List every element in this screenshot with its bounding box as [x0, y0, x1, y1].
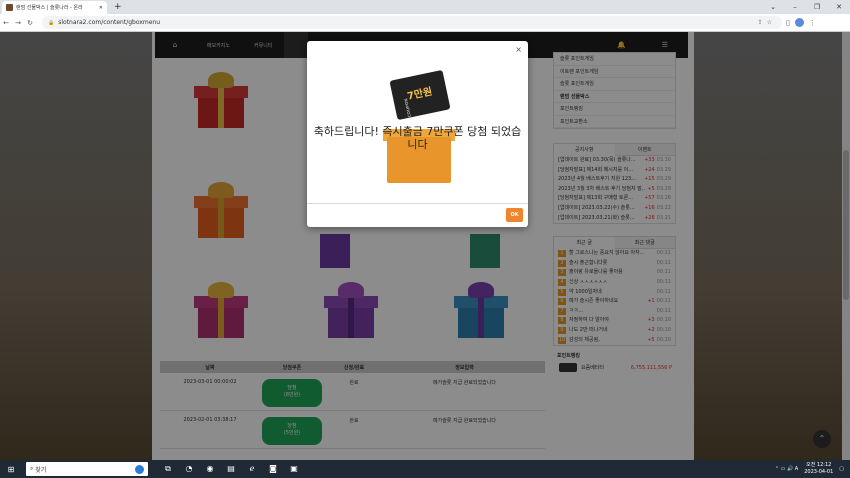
maximize-button[interactable]: ❐	[806, 0, 828, 14]
win-modal: × COUPON 7만원 축하드립니다! 즉시출금 7만쿠폰 당첨 되었습니다 …	[307, 41, 528, 227]
edge-icon[interactable]: ◔	[183, 464, 195, 474]
ok-button[interactable]: OK	[506, 208, 523, 222]
browser-toolbar: ← → ↻ 🔒 slotnara2.com/content/gboxmenu ⇪…	[0, 14, 850, 32]
windows-start-icon[interactable]: ⊞	[4, 465, 18, 474]
search-placeholder: 찾기	[35, 466, 47, 474]
coupon-side-label: COUPON	[403, 97, 412, 118]
page-viewport: ⌂ 메모카지노 커뮤니티 🔔 ☰ 날짜 당첨쿠폰 신청/완료 정보입력 2023…	[0, 32, 850, 460]
chrome-icon[interactable]: ◉	[204, 464, 216, 474]
profile-avatar[interactable]	[794, 18, 804, 27]
app-icon[interactable]: ▣	[288, 464, 300, 474]
new-tab-button[interactable]: +	[114, 2, 122, 12]
back-icon[interactable]: ←	[0, 19, 12, 27]
coupon-card: COUPON 7만원	[389, 69, 451, 121]
share-star-icons[interactable]: ⇪☆	[758, 19, 776, 26]
browser-tab[interactable]: 랜덤 선물박스 | 슬롯나라 - 온라 ✕	[2, 1, 107, 14]
tray-icons[interactable]: ⌃ ▭ 🔊 A	[775, 466, 798, 472]
browser-tabstrip: 랜덤 선물박스 | 슬롯나라 - 온라 ✕ + ⌄ – ❐ ✕	[0, 0, 850, 14]
bing-icon[interactable]	[135, 464, 144, 474]
url-text: slotnara2.com/content/gboxmenu	[58, 19, 161, 26]
notification-icon[interactable]: ▢	[839, 466, 844, 472]
taskbar-search[interactable]: ⌕ 찾기	[26, 462, 148, 476]
tab-title: 랜덤 선물박스 | 슬롯나라 - 온라	[16, 5, 83, 11]
kakaotalk-icon[interactable]: ◙	[267, 464, 279, 474]
lock-icon[interactable]: 🔒	[48, 20, 54, 26]
forward-icon[interactable]: →	[12, 19, 24, 27]
win-message: 축하드립니다! 즉시출금 7만쿠폰 당첨 되었습니다	[313, 125, 522, 151]
sidepanel-icon[interactable]: ▯	[786, 19, 790, 27]
taskbar: ⊞ ⌕ 찾기 ⧉ ◔ ◉ ▤ ℯ ◙ ▣ ⌃ ▭ 🔊 A 오전 12:12 20…	[0, 460, 850, 478]
system-tray: ⌃ ▭ 🔊 A 오전 12:12 2023-04-01 ▢	[775, 462, 850, 476]
close-icon[interactable]: ×	[515, 45, 522, 54]
clock-date: 2023-04-01	[804, 469, 834, 475]
clock-time: 오전 12:12	[806, 462, 832, 468]
reload-icon[interactable]: ↻	[24, 19, 36, 27]
modal-footer: OK	[307, 203, 528, 227]
close-window-button[interactable]: ✕	[828, 0, 850, 14]
task-view-icon[interactable]: ⧉	[162, 464, 174, 474]
file-explorer-icon[interactable]: ▤	[225, 464, 237, 474]
minimize-button[interactable]: –	[784, 0, 806, 14]
ie-icon[interactable]: ℯ	[246, 464, 258, 474]
favicon-icon	[6, 4, 13, 11]
clock[interactable]: 오전 12:12 2023-04-01	[804, 462, 833, 476]
address-bar[interactable]: 🔒 slotnara2.com/content/gboxmenu ⇪☆	[42, 16, 782, 29]
tab-search-icon[interactable]: ⌄	[762, 0, 784, 14]
tab-close-icon[interactable]: ✕	[99, 5, 103, 11]
menu-icon[interactable]: ⋮	[809, 19, 816, 27]
